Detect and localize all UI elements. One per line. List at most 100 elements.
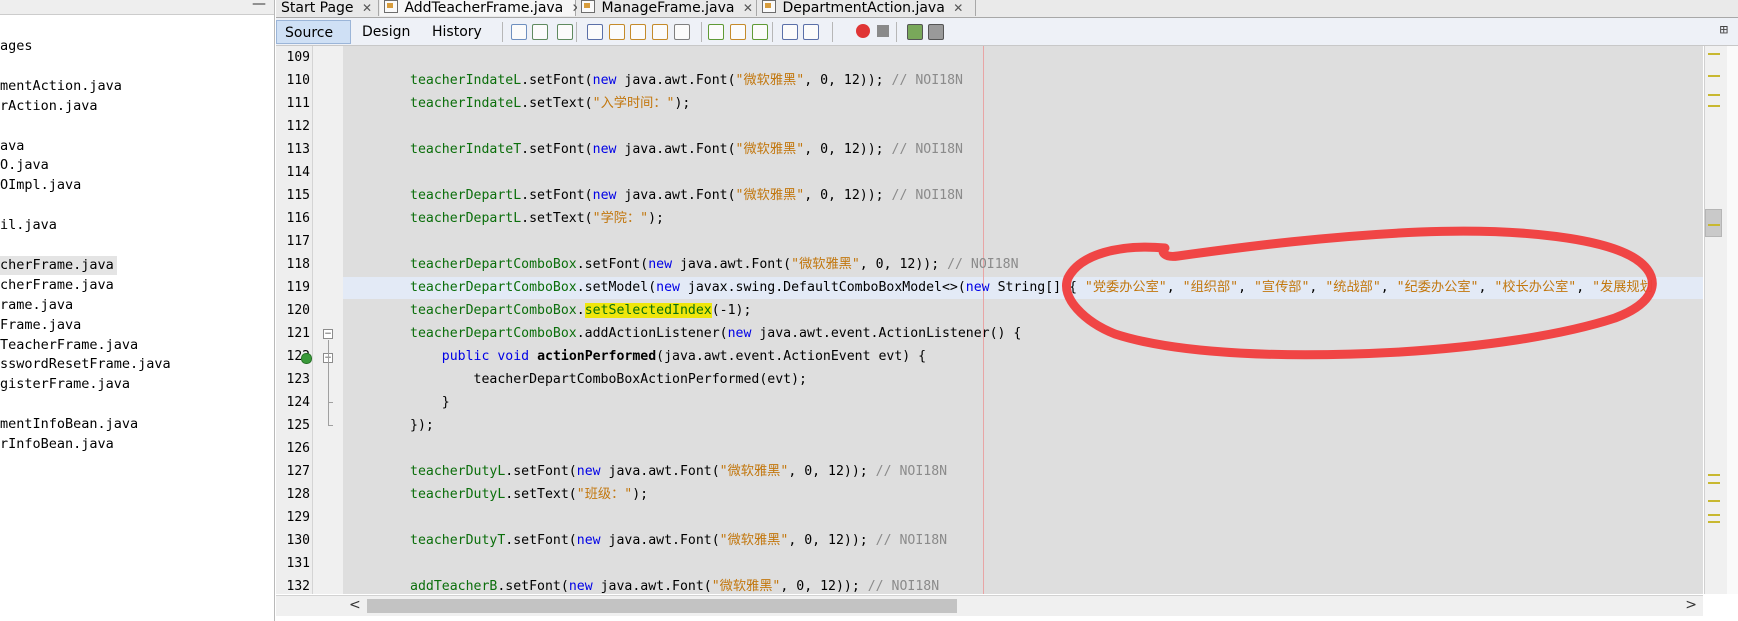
project-tree-item[interactable]: rInfoBean.java bbox=[0, 435, 117, 454]
source-view-tab[interactable]: Source bbox=[276, 20, 351, 44]
toolbar-separator bbox=[772, 22, 773, 42]
code-line[interactable]: } bbox=[410, 391, 450, 414]
project-tree-item[interactable]: ava bbox=[0, 137, 27, 156]
stripe-mark[interactable] bbox=[1708, 514, 1720, 516]
previous-bookmark-icon[interactable] bbox=[708, 24, 724, 40]
split-editor-icon[interactable]: ⊞ bbox=[1720, 22, 1728, 38]
code-token: public void bbox=[441, 349, 530, 364]
code-line[interactable]: teacherDutyT.setFont(new java.awt.Font("… bbox=[410, 529, 947, 552]
close-icon[interactable]: ✕ bbox=[953, 0, 963, 16]
code-line[interactable]: teacherDutyL.setFont(new java.awt.Font("… bbox=[410, 460, 947, 483]
code-token: // NOI18N bbox=[947, 257, 1019, 272]
stripe-mark[interactable] bbox=[1708, 224, 1720, 226]
tab-label: Start Page bbox=[281, 0, 354, 16]
last-edit-icon[interactable] bbox=[511, 24, 527, 40]
close-icon[interactable]: ✕ bbox=[743, 0, 753, 16]
code-token: teacherDepartComboBox bbox=[410, 303, 577, 318]
project-tree-item[interactable]: gisterFrame.java bbox=[0, 375, 133, 394]
code-line[interactable]: teacherDepartComboBox.setModel(new javax… bbox=[410, 276, 1653, 299]
scroll-right-icon[interactable]: > bbox=[1685, 597, 1697, 613]
project-tree-item[interactable]: rAction.java bbox=[0, 97, 101, 116]
stripe-mark[interactable] bbox=[1708, 94, 1720, 96]
shift-right-icon[interactable] bbox=[803, 24, 819, 40]
project-tree-item[interactable]: TeacherFrame.java bbox=[0, 336, 141, 355]
stripe-mark[interactable] bbox=[1708, 105, 1720, 107]
project-tree-item[interactable]: rame.java bbox=[0, 296, 76, 315]
tab-departmentaction[interactable]: DepartmentAction.java ✕ bbox=[758, 0, 976, 16]
project-tree-item[interactable]: il.java bbox=[0, 216, 60, 235]
project-tree-item[interactable]: Frame.java bbox=[0, 316, 84, 335]
stripe-mark[interactable] bbox=[1708, 474, 1720, 476]
code-token: setSelectedIndex bbox=[584, 303, 712, 318]
code-line[interactable]: }); bbox=[410, 414, 434, 437]
code-token: addTeacherB bbox=[410, 579, 498, 594]
horizontal-scrollbar[interactable]: < > bbox=[343, 595, 1703, 616]
code-line[interactable]: public void actionPerformed(java.awt.eve… bbox=[410, 345, 926, 368]
design-view-tab[interactable]: Design bbox=[354, 20, 418, 44]
override-method-icon[interactable] bbox=[301, 353, 312, 364]
code-token: .setFont( bbox=[521, 188, 593, 203]
code-token: (java.awt.event.ActionEvent evt) { bbox=[656, 349, 927, 364]
project-tree-item[interactable]: sswordResetFrame.java bbox=[0, 355, 174, 374]
tab-addteacherframe[interactable]: AddTeacherFrame.java ✕ bbox=[380, 0, 582, 16]
code-line[interactable]: teacherDepartComboBox.addActionListener(… bbox=[410, 322, 1021, 345]
tab-start-page[interactable]: Start Page ✕ bbox=[276, 0, 379, 16]
toggle-bookmark-icon[interactable] bbox=[752, 24, 768, 40]
toggle-highlight-icon[interactable] bbox=[652, 24, 668, 40]
project-tree-item[interactable]: O.java bbox=[0, 156, 52, 175]
project-tree-item[interactable]: mentAction.java bbox=[0, 77, 125, 96]
code-line[interactable]: teacherIndateT.setFont(new java.awt.Font… bbox=[410, 138, 963, 161]
code-line[interactable]: teacherIndateL.setText("入学时间："); bbox=[410, 92, 690, 115]
code-token: teacherDepartComboBoxActionPerformed(evt… bbox=[410, 372, 807, 387]
toggle-rectangular-selection-icon[interactable] bbox=[674, 24, 690, 40]
stripe-mark[interactable] bbox=[1708, 500, 1720, 502]
code-token: teacherDutyL bbox=[410, 487, 506, 502]
forward-icon[interactable] bbox=[557, 24, 573, 40]
code-token: new bbox=[656, 280, 680, 295]
code-line[interactable]: teacherIndateL.setFont(new java.awt.Font… bbox=[410, 69, 963, 92]
project-tree-item[interactable]: cherFrame.java bbox=[0, 255, 117, 275]
scroll-left-icon[interactable]: < bbox=[349, 597, 361, 613]
close-icon[interactable]: ✕ bbox=[362, 0, 372, 16]
project-tree-item[interactable]: mentInfoBean.java bbox=[0, 415, 141, 434]
find-icon[interactable] bbox=[587, 24, 603, 40]
tab-manageframe[interactable]: ManageFrame.java ✕ bbox=[577, 0, 757, 16]
code-line[interactable]: teacherDepartL.setText("学院："); bbox=[410, 207, 664, 230]
find-previous-icon[interactable] bbox=[609, 24, 625, 40]
stop-macro-icon[interactable] bbox=[877, 25, 889, 37]
code-line[interactable]: teacherDepartComboBoxActionPerformed(evt… bbox=[410, 368, 807, 391]
java-file-icon bbox=[581, 0, 595, 13]
next-bookmark-icon[interactable] bbox=[730, 24, 746, 40]
minimize-icon[interactable]: — bbox=[252, 0, 266, 12]
stripe-mark[interactable] bbox=[1708, 521, 1720, 523]
history-view-tab[interactable]: History bbox=[424, 20, 490, 44]
error-stripe[interactable] bbox=[1704, 46, 1727, 594]
code-line[interactable]: teacherDutyL.setText("班级："); bbox=[410, 483, 648, 506]
comment-icon[interactable] bbox=[907, 24, 923, 40]
code-token: java.awt.event.ActionListener() { bbox=[751, 326, 1022, 341]
code-line[interactable]: teacherDepartL.setFont(new java.awt.Font… bbox=[410, 184, 963, 207]
project-tree-item[interactable]: ages bbox=[0, 37, 36, 56]
back-icon[interactable] bbox=[532, 24, 548, 40]
fold-toggle-icon[interactable]: − bbox=[323, 329, 333, 339]
stripe-mark[interactable] bbox=[1708, 482, 1720, 484]
line-number: 125 bbox=[286, 418, 310, 433]
stripe-mark[interactable] bbox=[1708, 75, 1720, 77]
find-next-icon[interactable] bbox=[630, 24, 646, 40]
stripe-mark[interactable] bbox=[1708, 53, 1720, 55]
code-token: "微软雅黑" bbox=[719, 464, 789, 479]
code-line[interactable]: teacherDepartComboBox.setFont(new java.a… bbox=[410, 253, 1019, 276]
uncomment-icon[interactable] bbox=[928, 24, 944, 40]
tab-label: ManageFrame.java bbox=[601, 0, 735, 16]
project-tree-panel[interactable]: — ages mentAction.java rAction.java ava O.ja… bbox=[0, 0, 275, 621]
shift-left-icon[interactable] bbox=[782, 24, 798, 40]
project-tree-item[interactable]: OImpl.java bbox=[0, 176, 84, 195]
project-tree-item[interactable]: cherFrame.java bbox=[0, 276, 117, 295]
code-token: .setFont( bbox=[497, 579, 569, 594]
code-line[interactable]: teacherDepartComboBox.setSelectedIndex(-… bbox=[410, 299, 751, 322]
code-token: teacherIndateL bbox=[410, 73, 522, 88]
start-macro-icon[interactable] bbox=[856, 24, 870, 38]
horizontal-scroll-thumb[interactable] bbox=[367, 599, 957, 613]
code-token: "微软雅黑" bbox=[735, 73, 805, 88]
vertical-scroll-thumb[interactable] bbox=[1705, 209, 1722, 237]
